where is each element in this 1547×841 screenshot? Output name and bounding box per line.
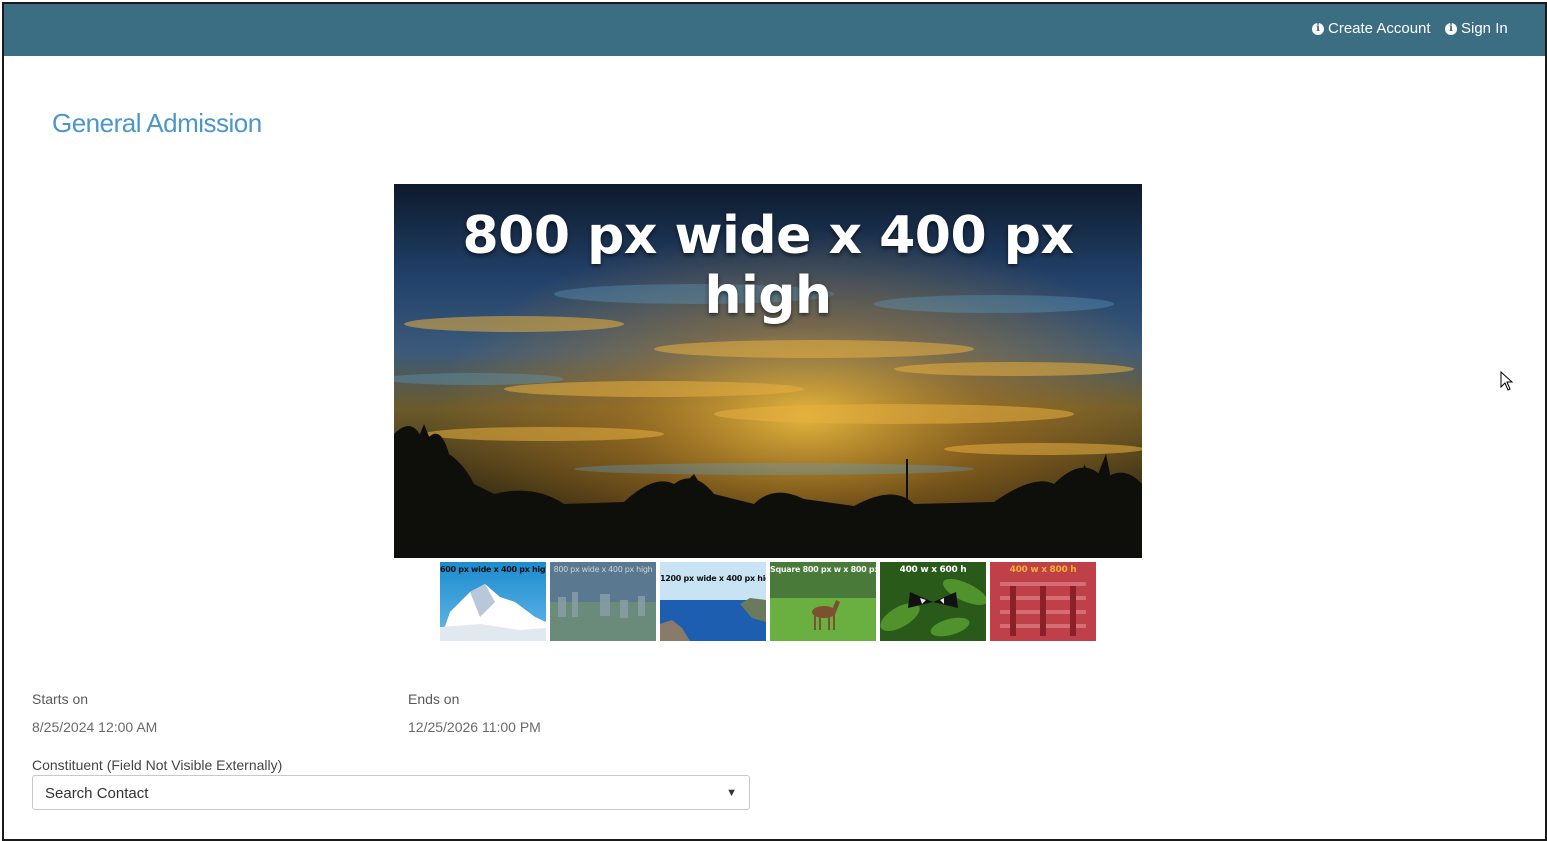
- thumbnail-butterfly[interactable]: 400 w x 600 h: [880, 562, 986, 641]
- top-navbar: i Create Account i Sign In: [4, 4, 1545, 56]
- create-account-label: Create Account: [1328, 20, 1431, 37]
- page-title: General Admission: [52, 108, 262, 138]
- thumbnail-caption: 1200 px wide x 400 px high: [660, 574, 766, 583]
- thumbnail-strip: 600 px wide x 400 px high 800 px wide x …: [440, 562, 1096, 641]
- sign-in-link[interactable]: i Sign In: [1445, 20, 1508, 37]
- thumbnail-caption: 400 w x 600 h: [899, 565, 967, 575]
- starts-on-label: Starts on: [32, 691, 89, 707]
- mouse-cursor-icon: [1500, 371, 1514, 391]
- thumbnail-caption: 400 w x 800 h: [1009, 565, 1077, 575]
- starts-on-value: 8/25/2024 12:00 AM: [32, 719, 158, 735]
- ends-on-label: Ends on: [408, 691, 460, 707]
- thumbnail-caption: 800 px wide x 400 px high: [553, 565, 653, 574]
- ends-on-value: 12/25/2026 11:00 PM: [408, 719, 541, 735]
- info-icon: i: [1445, 22, 1457, 35]
- constituent-select-value: Search Contact: [45, 785, 149, 802]
- create-account-link[interactable]: i Create Account: [1312, 20, 1431, 37]
- sign-in-label: Sign In: [1461, 20, 1508, 37]
- constituent-label: Constituent (Field Not Visible Externall…: [32, 757, 283, 773]
- app-frame: i Create Account i Sign In General Admis…: [2, 2, 1547, 841]
- hero-image: 800 px wide x 400 px high: [394, 184, 1142, 558]
- hero-caption: 800 px wide x 400 px high: [462, 206, 1074, 326]
- thumbnail-building[interactable]: 400 w x 800 h: [990, 562, 1096, 641]
- thumbnail-deer[interactable]: Square 800 px w x 800 px h: [770, 562, 876, 641]
- thumbnail-city[interactable]: 800 px wide x 400 px high: [550, 562, 656, 641]
- thumbnail-coast[interactable]: 1200 px wide x 400 px high: [660, 562, 766, 641]
- thumbnail-caption: 600 px wide x 400 px high: [440, 565, 546, 574]
- caret-down-icon[interactable]: ▼: [726, 787, 737, 799]
- thumbnail-mountain[interactable]: 600 px wide x 400 px high: [440, 562, 546, 641]
- constituent-select[interactable]: Search Contact ▼: [32, 775, 750, 810]
- info-icon: i: [1312, 22, 1324, 35]
- thumbnail-caption: Square 800 px w x 800 px h: [770, 565, 876, 574]
